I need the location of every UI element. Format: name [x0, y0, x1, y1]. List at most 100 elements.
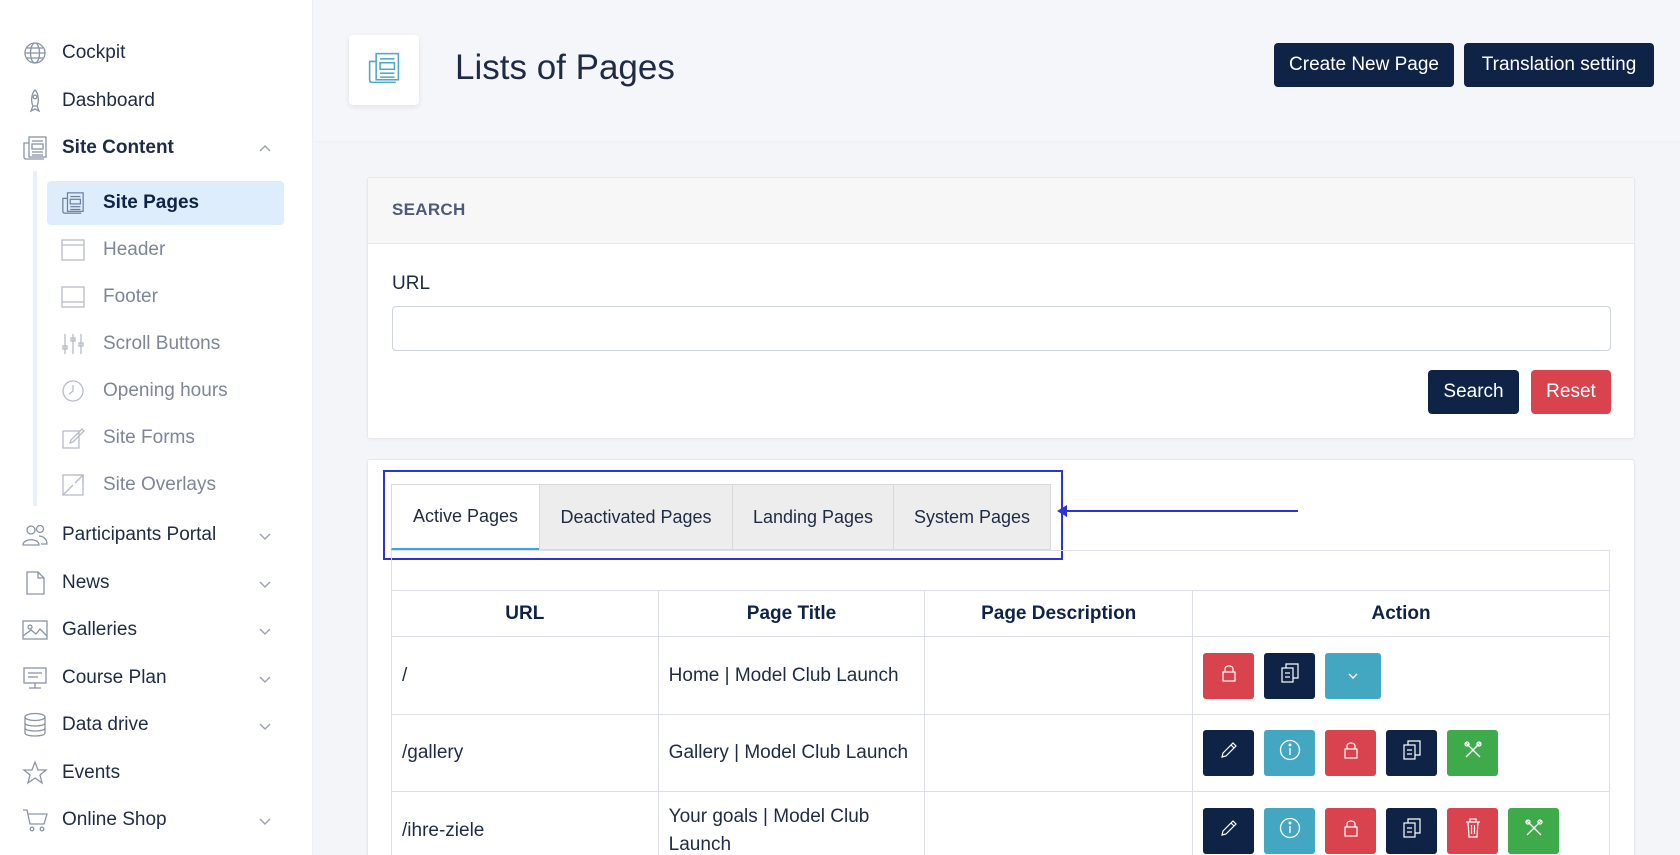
sidebar-item-label: Participants Portal: [62, 524, 217, 545]
page-title-cell: Your goals | Model Club Launch: [657, 791, 926, 855]
sidebar-item-galleries[interactable]: Galleries: [22, 615, 282, 645]
sidebar-item-site-content[interactable]: Site Content: [22, 133, 282, 163]
annotation-highlight-box: [383, 470, 1063, 560]
sidebar-item-dashboard[interactable]: Dashboard: [22, 86, 282, 116]
sidebar-item-label: Site Content: [62, 137, 174, 158]
chevron-down-icon: [258, 622, 272, 636]
copy-button[interactable]: [1386, 807, 1438, 854]
sidebar-item-cockpit[interactable]: Cockpit: [22, 38, 282, 68]
sidebar-item-label: News: [62, 572, 110, 593]
settings-button[interactable]: [1508, 807, 1560, 854]
sidebar-subitem-label: Site Forms: [103, 427, 195, 448]
page-icon-box: [349, 35, 419, 105]
more-actions-dropdown[interactable]: [1325, 652, 1382, 699]
action-cell: [1192, 791, 1610, 855]
sidebar-item-site-pages[interactable]: Site Pages: [47, 181, 284, 225]
url-field-label: URL: [392, 273, 431, 294]
create-new-page-button[interactable]: Create New Page: [1274, 43, 1454, 87]
sidebar-item-label: Galleries: [62, 619, 137, 640]
annotation-arrow-head: [1057, 505, 1067, 517]
newspaper-icon: [22, 135, 48, 161]
chevron-up-icon: [258, 140, 272, 154]
search-button[interactable]: Search: [1428, 370, 1519, 414]
chevron-down-icon: [258, 575, 272, 589]
deactivate-button[interactable]: [1325, 807, 1377, 854]
url-search-input[interactable]: [392, 306, 1611, 351]
database-icon: [22, 712, 48, 738]
sliders-icon: [61, 332, 85, 356]
sidebar: Cockpit Dashboard Site Content Site Page…: [0, 0, 313, 855]
column-header-action: Action: [1192, 590, 1610, 637]
url-cell: /gallery: [391, 714, 659, 792]
pencil-icon: [1220, 819, 1238, 843]
chevron-down-icon: [258, 527, 272, 541]
newspaper-icon: [367, 51, 401, 90]
chevron-down-icon: [258, 812, 272, 826]
column-header-page-title[interactable]: Page Title: [657, 590, 926, 637]
search-heading: SEARCH: [392, 200, 466, 219]
sidebar-item-scroll-buttons[interactable]: Scroll Buttons: [47, 322, 284, 366]
copy-icon: [1280, 662, 1299, 689]
footer-layout-icon: [61, 285, 85, 309]
search-card: SEARCH URL Search Reset: [367, 177, 1635, 439]
url-cell: /: [391, 636, 659, 715]
sidebar-item-label: Data drive: [62, 714, 149, 735]
edit-button[interactable]: [1203, 807, 1255, 854]
info-button[interactable]: [1264, 807, 1316, 854]
settings-button[interactable]: [1447, 730, 1499, 776]
sidebar-subitem-label: Site Overlays: [103, 474, 216, 495]
clock-icon: [61, 379, 85, 403]
sidebar-item-data-drive[interactable]: Data drive: [22, 710, 282, 740]
delete-button[interactable]: [1447, 807, 1499, 854]
users-icon: [22, 522, 48, 548]
deactivate-button[interactable]: [1203, 652, 1255, 699]
sidebar-item-label: Dashboard: [62, 90, 155, 111]
image-icon: [22, 617, 48, 643]
sidebar-item-events[interactable]: Events: [22, 758, 282, 788]
translation-setting-button[interactable]: Translation setting: [1464, 43, 1654, 87]
deactivate-button[interactable]: [1325, 730, 1377, 776]
sidebar-item-footer[interactable]: Footer: [47, 275, 284, 319]
column-header-url[interactable]: URL: [391, 590, 659, 637]
table-row: /ihre-ziele Your goals | Model Club Laun…: [391, 791, 1610, 855]
pencil-icon: [1220, 741, 1238, 765]
tools-icon: [1463, 740, 1483, 766]
column-header-page-description[interactable]: Page Description: [924, 590, 1194, 637]
edit-icon: [61, 426, 85, 450]
sidebar-subitem-label: Site Pages: [103, 192, 200, 213]
sidebar-item-site-forms[interactable]: Site Forms: [47, 416, 284, 460]
star-icon: [22, 760, 48, 786]
copy-button[interactable]: [1264, 652, 1316, 699]
chevron-down-icon: [258, 670, 272, 684]
sidebar-item-opening-hours[interactable]: Opening hours: [47, 369, 284, 413]
sidebar-item-participants-portal[interactable]: Participants Portal: [22, 520, 282, 550]
reset-button[interactable]: Reset: [1531, 370, 1611, 414]
copy-icon: [1402, 740, 1421, 766]
sidebar-item-site-overlays[interactable]: Site Overlays: [47, 463, 284, 507]
copy-button[interactable]: [1386, 730, 1438, 776]
edit-button[interactable]: [1203, 730, 1255, 776]
search-card-header: SEARCH: [368, 178, 1634, 244]
sidebar-item-course-plan[interactable]: Course Plan: [22, 663, 282, 693]
lock-icon: [1221, 664, 1237, 688]
page-description-cell: [924, 636, 1194, 715]
sidebar-item-news[interactable]: News: [22, 568, 282, 598]
action-cell: [1192, 636, 1610, 715]
info-button[interactable]: [1264, 730, 1316, 776]
table-row: /gallery Gallery | Model Club Launch: [391, 714, 1610, 792]
rocket-icon: [22, 88, 48, 114]
presentation-icon: [22, 665, 48, 691]
table-toolbar-area: [391, 550, 1610, 590]
info-icon: [1279, 817, 1301, 845]
info-icon: [1279, 739, 1301, 767]
newspaper-icon: [61, 191, 85, 215]
sidebar-subitem-label: Opening hours: [103, 380, 228, 401]
globe-icon: [22, 40, 48, 66]
annotation-arrow-line: [1063, 510, 1298, 512]
sidebar-subitem-label: Header: [103, 239, 166, 260]
trash-icon: [1465, 817, 1481, 844]
sidebar-item-header[interactable]: Header: [47, 228, 284, 272]
sidebar-item-online-shop[interactable]: Online Shop: [22, 805, 282, 835]
page-description-cell: [924, 714, 1194, 792]
sidebar-subitem-label: Scroll Buttons: [103, 333, 221, 354]
